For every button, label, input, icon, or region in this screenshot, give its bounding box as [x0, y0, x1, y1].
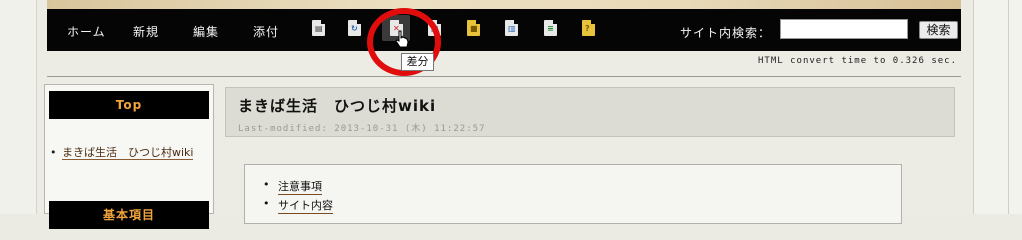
sidebar-top-link[interactable]: Top	[49, 91, 209, 119]
bullet-icon: •	[50, 146, 57, 159]
nav-new-link[interactable]: 新規	[133, 23, 159, 40]
rename-icon[interactable]: ↻	[348, 20, 361, 36]
browser-right-margin	[973, 0, 1022, 214]
page: ホーム 新規 編集 添付 ▤ ↻ ✕ ▣ ■ ▥ ≡ ? サイト内検索： 検索 …	[37, 0, 973, 229]
header-banner	[47, 0, 961, 9]
search-button[interactable]: 検索	[919, 21, 958, 39]
search-label: サイト内検索：	[680, 26, 772, 40]
title-box: まきば生活 ひつじ村wiki Last-modified: 2013-10-31…	[225, 87, 955, 137]
sidebar-basic-heading: 基本項目	[49, 201, 209, 229]
bullet-icon: •	[263, 197, 270, 210]
nav-attach-link[interactable]: 添付	[253, 23, 279, 40]
nav-home-link[interactable]: ホーム	[67, 23, 106, 40]
sidebar: Top • まきば生活 ひつじ村wiki 基本項目	[44, 84, 214, 229]
freeze-icon[interactable]: ■	[467, 20, 480, 36]
table-of-contents: • 注意事項 • サイト内容	[244, 164, 902, 224]
source-icon[interactable]: ?	[582, 20, 595, 36]
browser-left-margin	[0, 0, 37, 214]
last-modified: Last-modified: 2013-10-31 (木) 11:22:57	[238, 124, 486, 134]
nav-edit-link[interactable]: 編集	[193, 23, 219, 40]
divider	[47, 76, 961, 77]
list-icon[interactable]: ≡	[544, 20, 557, 36]
page-title: まきば生活 ひつじ村wiki	[238, 97, 437, 115]
search-input[interactable]	[780, 19, 908, 39]
copy-icon[interactable]: ▤	[312, 20, 325, 36]
diff-tooltip: 差分	[401, 53, 434, 71]
bullet-icon: •	[263, 178, 270, 191]
convert-time: HTML convert time to 0.326 sec.	[758, 56, 957, 66]
sidebar-item-home[interactable]: まきば生活 ひつじ村wiki	[62, 143, 210, 162]
scrollbar-edge	[1008, 0, 1009, 214]
navbar: ホーム 新規 編集 添付 ▤ ↻ ✕ ▣ ■ ▥ ≡ ? サイト内検索： 検索	[47, 9, 961, 51]
duplicate-icon[interactable]: ▥	[505, 20, 518, 36]
